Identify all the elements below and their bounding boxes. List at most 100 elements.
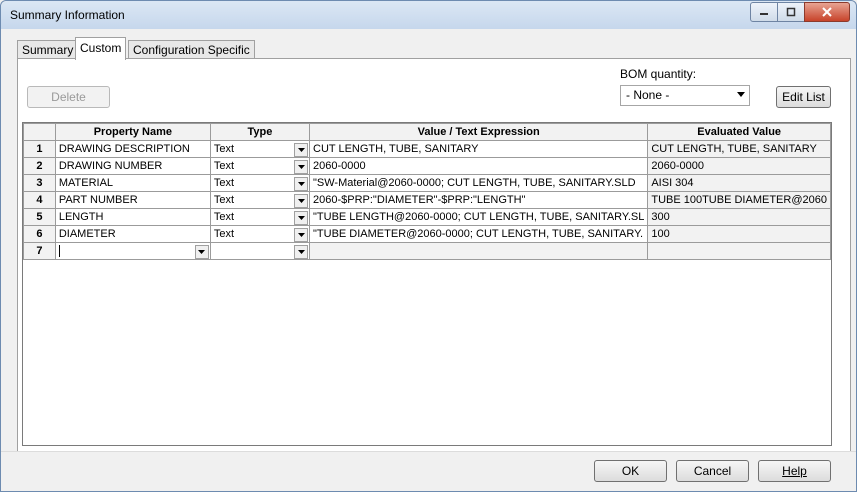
chevron-down-icon (297, 148, 305, 152)
chevron-down-icon (297, 216, 305, 220)
type-dropdown-button[interactable] (294, 143, 308, 157)
property-name-cell[interactable]: PART NUMBER (54, 191, 211, 209)
type-cell[interactable]: Text (209, 174, 311, 192)
type-dropdown-button[interactable] (294, 211, 308, 225)
help-button[interactable]: Help (758, 460, 831, 482)
bom-quantity-select[interactable]: - None - (620, 85, 750, 106)
row-number[interactable]: 1 (23, 140, 56, 158)
table-row[interactable]: 2 DRAWING NUMBER Text 2060-0000 2060-0000 (23, 157, 831, 175)
row-number[interactable]: 4 (23, 191, 56, 209)
type-value: Text (213, 228, 235, 240)
maximize-icon (786, 7, 796, 17)
maximize-button[interactable] (777, 2, 805, 22)
text-cursor (58, 245, 60, 258)
type-dropdown-button[interactable] (294, 245, 308, 259)
type-value: Text (213, 143, 235, 155)
value-expression-cell[interactable]: 2060-0000 (308, 157, 649, 175)
evaluated-value-cell: 100 (647, 225, 831, 243)
minimize-icon (760, 13, 768, 15)
tab-custom[interactable]: Custom (75, 37, 127, 60)
value-expression-cell[interactable]: CUT LENGTH, TUBE, SANITARY (308, 140, 649, 158)
property-name-dropdown-button[interactable] (194, 245, 209, 259)
column-header-type[interactable]: Type (209, 123, 311, 141)
properties-grid: Property Name Type Value / Text Expressi… (22, 122, 832, 446)
value-expression-cell[interactable] (308, 242, 649, 260)
tab-configuration-specific[interactable]: Configuration Specific (128, 40, 255, 59)
type-dropdown-button[interactable] (294, 194, 308, 208)
property-name-cell[interactable] (54, 242, 211, 260)
cancel-button-label: Cancel (693, 464, 732, 478)
type-value: Text (213, 160, 235, 172)
tab-summary-label: Summary (22, 43, 74, 57)
type-cell[interactable]: Text (209, 191, 311, 209)
evaluated-value-cell: CUT LENGTH, TUBE, SANITARY (647, 140, 831, 158)
property-name-cell[interactable]: MATERIAL (54, 174, 211, 192)
value-expression-cell[interactable]: "SW-Material@2060-0000; CUT LENGTH, TUBE… (308, 174, 649, 192)
ok-button-label: OK (621, 464, 640, 478)
row-number[interactable]: 6 (23, 225, 56, 243)
table-row[interactable]: 5 LENGTH Text "TUBE LENGTH@2060-0000; CUT L… (23, 208, 831, 226)
column-header-value-expression[interactable]: Value / Text Expression (308, 123, 649, 141)
row-number[interactable]: 5 (23, 208, 56, 226)
property-name-cell[interactable]: DIAMETER (54, 225, 211, 243)
corner-header (23, 123, 56, 141)
help-button-label: Help (782, 464, 807, 478)
value-expression-cell[interactable]: "TUBE LENGTH@2060-0000; CUT LENGTH, TUBE… (308, 208, 649, 226)
type-cell[interactable]: Text (209, 208, 311, 226)
properties-table: Property Name Type Value / Text Expressi… (23, 123, 831, 260)
type-cell[interactable] (209, 242, 311, 260)
tab-custom-label: Custom (80, 41, 122, 55)
ok-button[interactable]: OK (594, 460, 667, 482)
window-title: Summary Information (10, 8, 125, 22)
bom-quantity-label: BOM quantity: (620, 67, 697, 81)
type-value: Text (213, 194, 235, 206)
type-cell[interactable]: Text (209, 140, 311, 158)
evaluated-value-cell: AISI 304 (647, 174, 831, 192)
table-row[interactable]: 6 DIAMETER Text "TUBE DIAMETER@2060-0000; C… (23, 225, 831, 243)
column-header-property-name[interactable]: Property Name (54, 123, 211, 141)
tab-summary[interactable]: Summary (17, 40, 79, 59)
chevron-down-icon (198, 250, 206, 254)
row-number[interactable]: 7 (23, 242, 56, 260)
divider (1, 451, 856, 452)
type-cell[interactable]: Text (209, 225, 311, 243)
property-name-cell[interactable]: DRAWING NUMBER (54, 157, 211, 175)
delete-button-label: Delete (51, 90, 86, 104)
edit-list-button-label: Edit List (782, 90, 825, 104)
dialog-window: Summary Information Summary Custom Confi… (0, 0, 857, 492)
property-name-cell[interactable]: DRAWING DESCRIPTION (54, 140, 211, 158)
row-number[interactable]: 2 (23, 157, 56, 175)
title-bar[interactable]: Summary Information (1, 1, 856, 29)
chevron-down-icon (297, 233, 305, 237)
chevron-down-icon (297, 165, 305, 169)
value-expression-cell[interactable]: "TUBE DIAMETER@2060-0000; CUT LENGTH, TU… (308, 225, 649, 243)
evaluated-value-cell: TUBE 100TUBE DIAMETER@2060 (647, 191, 831, 209)
type-dropdown-button[interactable] (294, 228, 308, 242)
row-number[interactable]: 3 (23, 174, 56, 192)
delete-button[interactable]: Delete (27, 86, 110, 108)
chevron-down-icon (297, 250, 305, 254)
type-value: Text (213, 211, 235, 223)
minimize-button[interactable] (750, 2, 778, 22)
evaluated-value-cell: 300 (647, 208, 831, 226)
value-expression-cell[interactable]: 2060-$PRP:"DIAMETER"-$PRP:"LENGTH" (308, 191, 649, 209)
table-row[interactable]: 1 DRAWING DESCRIPTION Text CUT LENGTH, TUBE… (23, 140, 831, 158)
column-header-evaluated-value[interactable]: Evaluated Value (647, 123, 831, 141)
close-button[interactable] (804, 2, 850, 22)
edit-list-button[interactable]: Edit List (776, 86, 831, 108)
bom-quantity-value: - None - (626, 88, 670, 102)
table-row[interactable]: 4 PART NUMBER Text 2060-$PRP:"DIAMETER"-$PR… (23, 191, 831, 209)
property-name-cell[interactable]: LENGTH (54, 208, 211, 226)
chevron-down-icon (737, 92, 745, 97)
table-row[interactable]: 3 MATERIAL Text "SW-Material@2060-0000; CUT… (23, 174, 831, 192)
type-dropdown-button[interactable] (294, 160, 308, 174)
chevron-down-icon (297, 182, 305, 186)
cancel-button[interactable]: Cancel (676, 460, 749, 482)
close-icon (822, 7, 832, 17)
new-property-row[interactable]: 7 (23, 242, 831, 260)
tab-configuration-specific-label: Configuration Specific (133, 43, 250, 57)
type-value: Text (213, 177, 235, 189)
type-cell[interactable]: Text (209, 157, 311, 175)
evaluated-value-cell: 2060-0000 (647, 157, 831, 175)
type-dropdown-button[interactable] (294, 177, 308, 191)
